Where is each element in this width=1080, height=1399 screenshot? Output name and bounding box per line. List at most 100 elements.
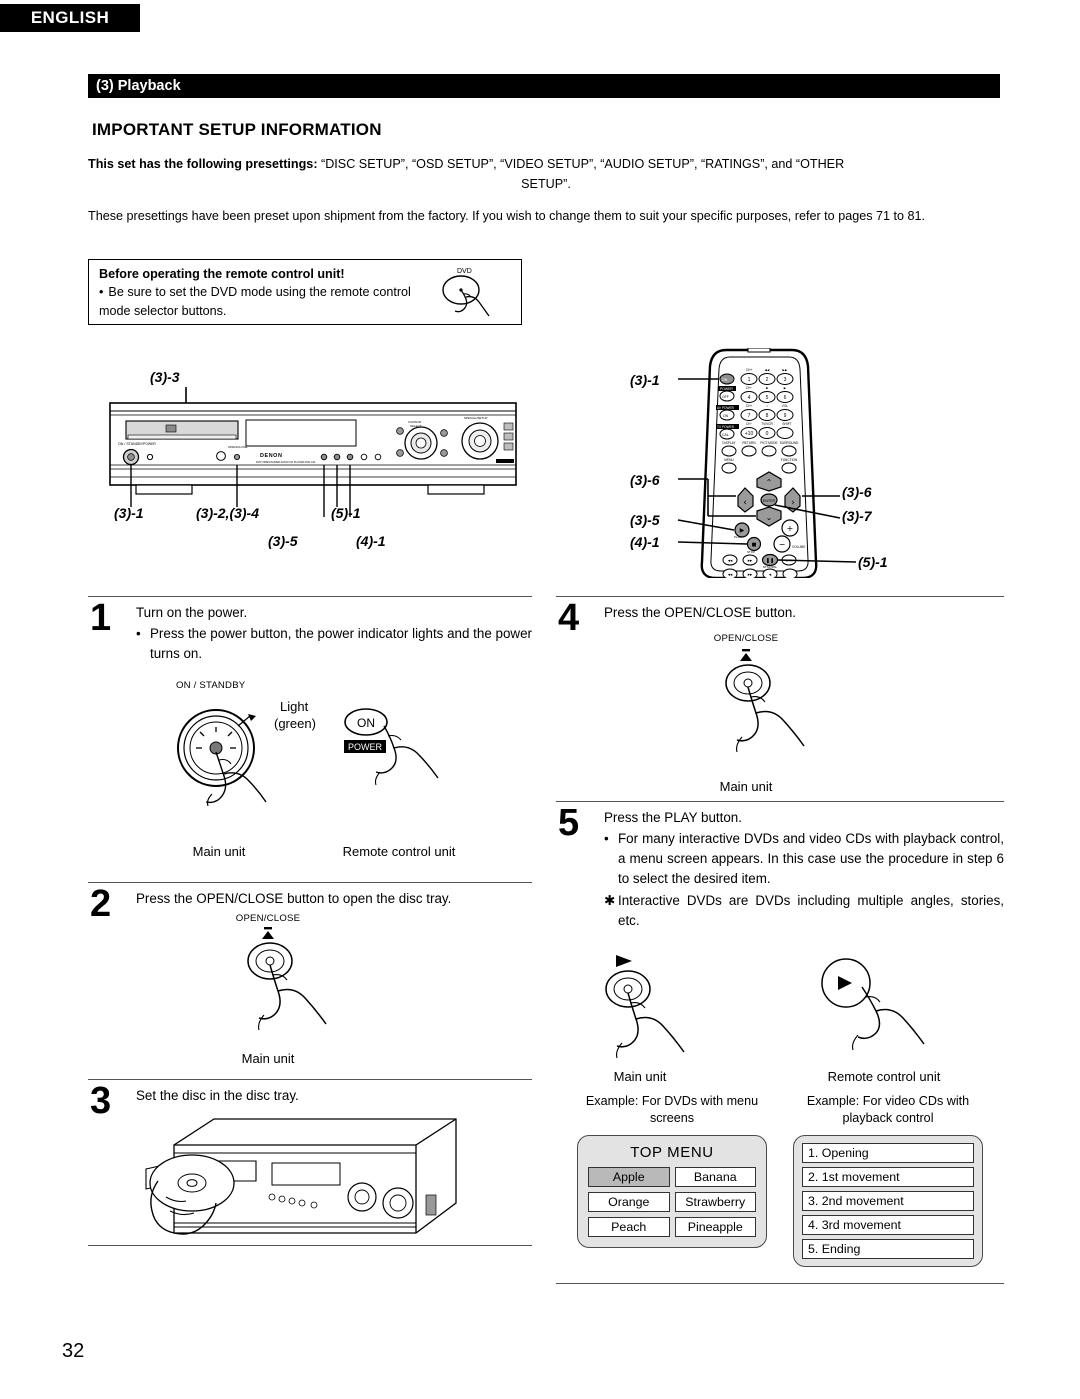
list-item[interactable]: 1. Opening — [802, 1142, 974, 1163]
svg-text:❚❚: ❚❚ — [766, 558, 774, 564]
menu-item-apple[interactable]: Apple — [588, 1166, 670, 1187]
svg-text:8: 8 — [766, 413, 769, 419]
svg-text:⌄: ⌄ — [766, 513, 773, 522]
steps-column-right: 4 Press the OPEN/CLOSE button. OPEN/CLOS… — [556, 596, 1004, 1267]
svg-text:DISPLAY: DISPLAY — [722, 441, 736, 445]
menu-examples: Example: For DVDs with menu screens TOP … — [556, 1093, 1004, 1267]
asterisk-icon: ✱ — [604, 892, 616, 908]
svg-text:ON: ON — [722, 378, 728, 382]
svg-text:ON: ON — [723, 414, 729, 418]
note-text: Interactive DVDs are DVDs including mult… — [618, 892, 1004, 928]
menu-item-strawberry[interactable]: Strawberry — [674, 1191, 756, 1212]
svg-text:■: ■ — [752, 542, 757, 548]
svg-text:CH−: CH− — [746, 386, 753, 390]
step-3-figure — [88, 1111, 532, 1261]
caption-main-unit: Main unit — [719, 779, 773, 795]
list-item[interactable]: 4. 3rd movement — [802, 1214, 974, 1235]
svg-text:2: 2 — [766, 377, 769, 383]
step-bullet: • For many interactive DVDs and video CD… — [604, 829, 1004, 889]
svg-text:POWER: POWER — [348, 742, 383, 752]
step-3: 3 Set the disc in the disc tray. — [88, 1080, 532, 1260]
example-vcd-menu: Example: For video CDs with playback con… — [793, 1093, 983, 1267]
svg-text:›: › — [791, 498, 795, 508]
menu-item-pineapple[interactable]: Pineapple — [674, 1216, 756, 1237]
list-item[interactable]: 5. Ending — [802, 1238, 974, 1259]
svg-text:CH+: CH+ — [746, 404, 753, 408]
top-menu-title: TOP MENU — [630, 1143, 714, 1161]
step-bullet: • Press the power button, the power indi… — [136, 624, 532, 664]
svg-text:−: − — [779, 540, 786, 549]
svg-text:◀◀: ◀◀ — [728, 573, 733, 577]
intro-lead-bold: This set has the following presettings: — [88, 157, 318, 171]
svg-text:1: 1 — [748, 377, 751, 383]
menu-item-orange[interactable]: Orange — [588, 1191, 670, 1212]
section-title: (3) Playback — [96, 78, 181, 94]
svg-text:OFF: OFF — [722, 395, 729, 399]
bullet-icon: • — [604, 831, 609, 847]
note-text: Be sure to set the DVD mode using the re… — [99, 285, 411, 318]
top-menu-grid: Apple Banana Orange Strawberry Peach Pin… — [588, 1166, 756, 1237]
svg-text:DVD VIDEO/SUPER AUDIO CD PLAYE: DVD VIDEO/SUPER AUDIO CD PLAYER DVD-A11 — [256, 460, 316, 464]
remote-control-diagram: (3)-1 (3)-6 (3)-6 (3)-7 (3)-5 (4)-1 (5)-… — [630, 348, 1010, 578]
svg-text:ON / STANDBY: ON / STANDBY — [118, 442, 144, 446]
list-item[interactable]: 2. 1st movement — [802, 1166, 974, 1187]
note-bullet-icon: • — [99, 285, 104, 299]
svg-text:PLAY: PLAY — [734, 535, 741, 539]
bullet-text: Press the power button, the power indica… — [150, 626, 532, 662]
svg-text:7: 7 — [748, 413, 751, 419]
language-label: ENGLISH — [30, 8, 110, 27]
svg-text:OPEN/CLOSE: OPEN/CLOSE — [228, 445, 248, 449]
step-5: 5 Press the PLAY button. • For many inte… — [556, 802, 1004, 1267]
svg-text:SURROUND: SURROUND — [780, 441, 799, 445]
svg-text:AV POWER: AV POWER — [717, 406, 735, 410]
svg-text:9: 9 — [784, 413, 787, 419]
step-number: 5 — [558, 802, 580, 845]
svg-text:POWER: POWER — [720, 387, 733, 391]
svg-text:⌃: ⌃ — [766, 478, 773, 487]
playback-list-screen: 1. Opening 2. 1st movement 3. 2nd moveme… — [793, 1134, 983, 1267]
step-1: 1 Turn on the power. • Press the power b… — [88, 597, 532, 872]
step-lead: Turn on the power. — [136, 605, 248, 620]
remote-note-box: Before operating the remote control unit… — [88, 259, 522, 325]
svg-text:◀◀: ◀◀ — [765, 368, 770, 372]
page-title: IMPORTANT SETUP INFORMATION — [92, 120, 382, 139]
step-2: 2 Press the OPEN/CLOSE button to open th… — [88, 883, 532, 1075]
svg-text:MENU: MENU — [724, 458, 734, 462]
menu-item-peach[interactable]: Peach — [588, 1216, 670, 1237]
callout-5-1: (5)-1 — [331, 505, 361, 521]
step-number: 1 — [90, 597, 112, 639]
example-caption-left: Example: For DVDs with menu screens — [585, 1093, 759, 1125]
top-menu-screen: TOP MENU Apple Banana Orange Strawberry … — [577, 1134, 767, 1248]
divider — [556, 1283, 1004, 1284]
svg-text:▶▶: ▶▶ — [748, 573, 753, 577]
intro-paragraph-1: This set has the following presettings: … — [88, 155, 1004, 194]
language-banner: ENGLISH — [0, 4, 140, 32]
step-1-figure: ON / STANDBY Light (green) ON POWER Main… — [88, 672, 532, 872]
callout-3-3: (3)-3 — [150, 369, 180, 385]
svg-text:+: + — [787, 524, 794, 533]
list-item[interactable]: 3. 2nd movement — [802, 1190, 974, 1211]
step-lead: Press the OPEN/CLOSE button to open the … — [136, 891, 452, 907]
svg-text:▶▶: ▶▶ — [783, 368, 788, 372]
step-4-figure: OPEN/CLOSE Main unit — [556, 629, 1004, 801]
callout-4-1: (4)-1 — [356, 533, 386, 549]
step-lead: Press the PLAY button. — [604, 810, 742, 826]
callout-3-1: (3)-1 — [114, 505, 144, 521]
caption-main-unit: Main unit — [613, 1068, 667, 1084]
svg-text:4: 4 — [748, 395, 751, 401]
intro-paragraph-2: These presettings have been preset upon … — [88, 209, 926, 223]
svg-text:•: • — [766, 404, 767, 408]
example-dvd-menu: Example: For DVDs with menu screens TOP … — [577, 1093, 767, 1267]
intro-lead-rest: “DISC SETUP”, “OSD SETUP”, “VIDEO SETUP”… — [317, 157, 845, 171]
step-note: ✱ Interactive DVDs are DVDs including mu… — [604, 891, 1004, 931]
menu-item-banana[interactable]: Banana — [674, 1166, 756, 1187]
svg-text:CH−: CH− — [746, 422, 753, 426]
svg-text:0: 0 — [766, 431, 769, 437]
note-body: • Be sure to set the DVD mode using the r… — [99, 283, 429, 321]
svg-text:PICT.MODE: PICT.MODE — [760, 441, 777, 445]
svg-text:SELECT: SELECT — [410, 424, 422, 428]
svg-text:6: 6 — [784, 395, 787, 401]
svg-text:DVD: DVD — [457, 268, 472, 275]
svg-text:▶: ▶ — [740, 527, 745, 534]
svg-text:TV/VCR: TV/VCR — [761, 422, 773, 426]
